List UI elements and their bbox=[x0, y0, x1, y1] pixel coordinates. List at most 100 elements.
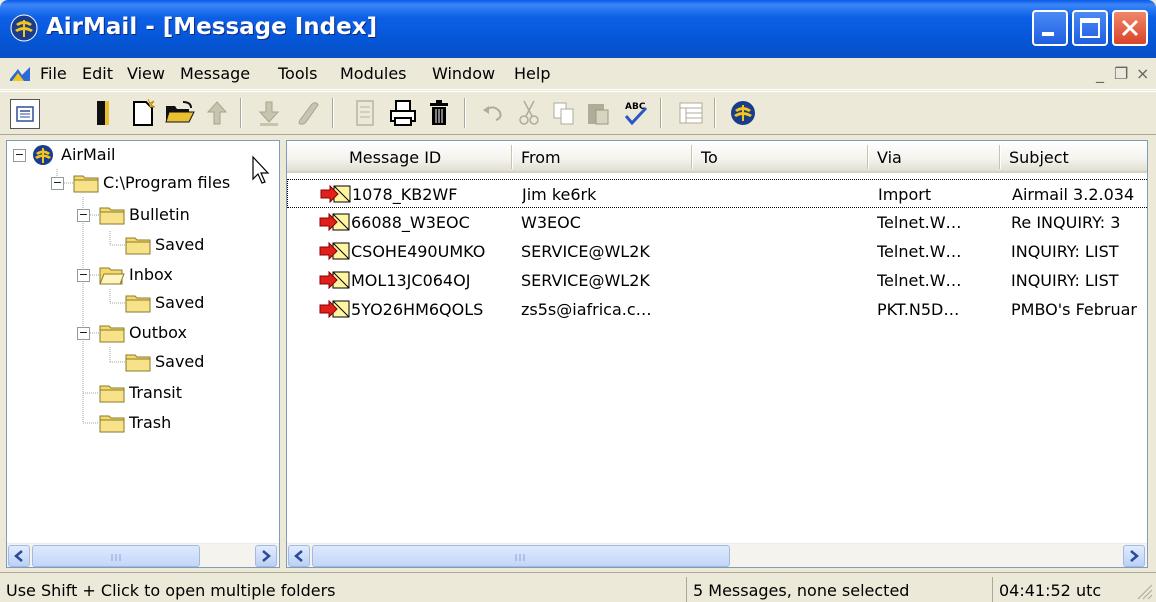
minimize-icon bbox=[1042, 32, 1054, 36]
message-subject: Re INQUIRY: 3 bbox=[1011, 213, 1121, 232]
message-from: SERVICE@WL2K bbox=[521, 242, 650, 261]
maximize-button[interactable] bbox=[1072, 10, 1108, 46]
close-button[interactable] bbox=[1112, 10, 1148, 46]
folder-tree[interactable]: − AirMail − C:\Program files − Bulletin … bbox=[6, 140, 280, 568]
open-folder-icon bbox=[99, 267, 125, 285]
download-button[interactable] bbox=[254, 98, 284, 128]
printer-icon bbox=[390, 100, 416, 126]
message-via: Import bbox=[878, 185, 932, 204]
arrow-up-icon bbox=[206, 101, 228, 125]
status-hint: Use Shift + Click to open multiple folde… bbox=[6, 581, 336, 600]
menu-bar: File Edit View Message Tools Modules Win… bbox=[0, 58, 1156, 90]
column-header-subject[interactable]: Subject bbox=[1001, 141, 1147, 173]
message-list[interactable]: Message ID From To Via Subject 1078_KB2W… bbox=[286, 140, 1148, 568]
tree-expander-outbox[interactable]: − bbox=[77, 327, 90, 340]
scroll-left-button[interactable] bbox=[288, 545, 310, 567]
message-row[interactable]: 66088_W3EOC W3EOC Telnet.W… Re INQUIRY: … bbox=[287, 208, 1147, 237]
column-header-message-id[interactable]: Message ID bbox=[287, 141, 513, 173]
menu-file[interactable]: File bbox=[40, 64, 67, 83]
catalog-button[interactable] bbox=[676, 98, 706, 128]
menu-view[interactable]: View bbox=[127, 64, 165, 83]
copy-button[interactable] bbox=[549, 98, 579, 128]
tree-expander-root[interactable]: − bbox=[13, 149, 26, 162]
title-bar[interactable]: AirMail - [Message Index] bbox=[0, 0, 1156, 58]
column-header-via[interactable]: Via bbox=[869, 141, 1001, 173]
message-from: W3EOC bbox=[521, 213, 581, 232]
scroll-thumb[interactable] bbox=[32, 545, 200, 567]
tree-label: Bulletin bbox=[129, 205, 190, 224]
menu-message[interactable]: Message bbox=[180, 64, 250, 83]
unread-message-icon bbox=[319, 241, 350, 261]
child-close-button[interactable]: × bbox=[1136, 64, 1149, 83]
message-from: SERVICE@WL2K bbox=[521, 271, 650, 290]
open-folder-button[interactable] bbox=[163, 98, 195, 128]
resize-grip-icon[interactable] bbox=[1134, 581, 1154, 601]
connect-button[interactable] bbox=[728, 98, 758, 128]
properties-button[interactable] bbox=[350, 98, 380, 128]
tree-horizontal-scrollbar[interactable] bbox=[7, 543, 279, 567]
new-message-button[interactable] bbox=[128, 98, 158, 128]
undo-button[interactable] bbox=[478, 98, 508, 128]
child-restore-button[interactable]: ❐ bbox=[1114, 64, 1128, 83]
tree-expander-inbox[interactable]: − bbox=[77, 269, 90, 282]
folder-list-icon bbox=[16, 106, 34, 122]
tree-label: Transit bbox=[129, 383, 182, 402]
tree-label: AirMail bbox=[61, 145, 116, 164]
menu-edit[interactable]: Edit bbox=[82, 64, 113, 83]
paperclip-icon bbox=[298, 102, 319, 125]
unread-message-icon bbox=[319, 212, 350, 232]
scroll-grip-icon bbox=[515, 554, 525, 561]
message-via: Telnet.W… bbox=[877, 271, 962, 290]
scroll-thumb[interactable] bbox=[312, 545, 730, 567]
toolbar-separator bbox=[660, 98, 662, 128]
tree-label: Saved bbox=[155, 235, 205, 254]
cut-button[interactable] bbox=[514, 98, 544, 128]
tree-label: Inbox bbox=[129, 265, 173, 284]
import-button[interactable] bbox=[202, 98, 232, 128]
print-button[interactable] bbox=[388, 98, 418, 128]
status-clock: 04:41:52 utc bbox=[992, 577, 1156, 602]
folder-icon bbox=[125, 295, 151, 313]
chevron-left-icon bbox=[14, 550, 23, 562]
unread-message-icon bbox=[319, 299, 350, 319]
delete-button[interactable] bbox=[424, 98, 454, 128]
attach-button[interactable] bbox=[292, 98, 322, 128]
spellcheck-button[interactable]: ABC bbox=[620, 98, 650, 128]
trash-icon bbox=[430, 100, 448, 125]
tree-label: Saved bbox=[155, 352, 205, 371]
paste-icon bbox=[588, 104, 609, 125]
column-header-to[interactable]: To bbox=[693, 141, 869, 173]
tree-label: Outbox bbox=[129, 323, 187, 342]
message-row[interactable]: 5YO26HM6QOLS zs5s@iafrica.c… PKT.N5D… PM… bbox=[287, 295, 1147, 324]
toggle-folders-button[interactable] bbox=[10, 99, 40, 129]
scroll-right-button[interactable] bbox=[1123, 545, 1145, 567]
menu-tools[interactable]: Tools bbox=[278, 64, 317, 83]
airmail-globe-icon bbox=[33, 145, 53, 165]
tree-expander-program-files[interactable]: − bbox=[51, 177, 64, 190]
address-book-button[interactable] bbox=[88, 98, 118, 128]
menu-help[interactable]: Help bbox=[514, 64, 550, 83]
folder-icon bbox=[125, 354, 151, 372]
paste-button[interactable] bbox=[583, 98, 613, 128]
column-header-from[interactable]: From bbox=[513, 141, 693, 173]
scroll-right-button[interactable] bbox=[255, 545, 277, 567]
child-window-icon[interactable] bbox=[8, 63, 32, 85]
tree-label: Trash bbox=[129, 413, 172, 432]
menu-modules[interactable]: Modules bbox=[340, 64, 407, 83]
message-via: Telnet.W… bbox=[877, 242, 962, 261]
message-horizontal-scrollbar[interactable] bbox=[287, 543, 1147, 567]
child-minimize-button[interactable]: _ bbox=[1096, 64, 1104, 83]
scroll-left-button[interactable] bbox=[8, 545, 30, 567]
minimize-button[interactable] bbox=[1032, 10, 1068, 46]
tree-expander-bulletin[interactable]: − bbox=[77, 209, 90, 222]
message-row[interactable]: CSOHE490UMKO SERVICE@WL2K Telnet.W… INQU… bbox=[287, 237, 1147, 266]
message-via: Telnet.W… bbox=[877, 213, 962, 232]
message-subject: INQUIRY: LIST bbox=[1011, 242, 1119, 261]
menu-window[interactable]: Window bbox=[432, 64, 495, 83]
airmail-connect-icon bbox=[731, 101, 755, 125]
message-row[interactable]: MOL13JC064OJ SERVICE@WL2K Telnet.W… INQU… bbox=[287, 266, 1147, 295]
unread-message-icon bbox=[320, 184, 351, 204]
catalog-icon bbox=[679, 102, 703, 124]
message-row[interactable]: 1078_KB2WF Jim ke6rk Import Airmail 3.2.… bbox=[287, 179, 1147, 208]
mouse-cursor-icon bbox=[252, 155, 270, 184]
